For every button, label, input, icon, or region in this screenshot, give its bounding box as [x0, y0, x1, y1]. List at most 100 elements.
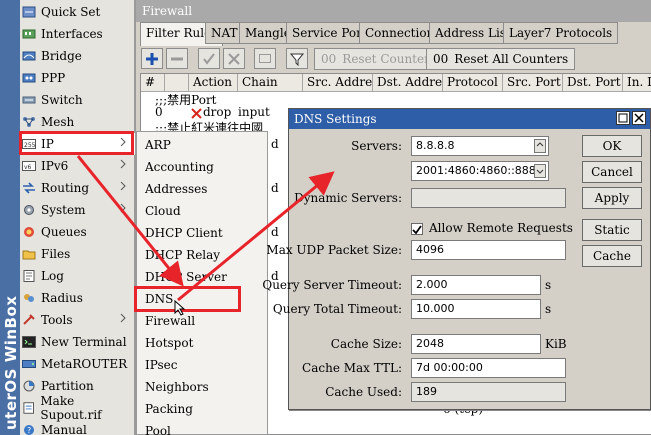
max-udp-field[interactable]: 4096: [411, 240, 566, 260]
menu-label-bridge: Bridge: [41, 49, 82, 63]
cancel-button[interactable]: Cancel: [582, 161, 642, 183]
submenu-item-arp[interactable]: ARP: [145, 134, 171, 156]
query-server-timeout-field[interactable]: 2.000: [411, 275, 541, 295]
submenu-item-hotspot[interactable]: Hotspot: [145, 332, 193, 354]
menu-item-bridge[interactable]: Bridge: [20, 45, 135, 67]
static-button[interactable]: Static: [582, 219, 642, 241]
menu-item-mesh[interactable]: Mesh: [20, 111, 135, 133]
menu-label-make-supout: Make Supout.rif: [40, 394, 102, 422]
enable-button[interactable]: [198, 48, 220, 69]
submenu-item-accounting[interactable]: Accounting: [145, 156, 214, 178]
column-header-protocol[interactable]: Protocol: [443, 74, 503, 92]
column-header-dst-address[interactable]: Dst. Address: [373, 74, 443, 92]
maximize-button[interactable]: [616, 111, 630, 125]
cache-size-unit: KiB: [545, 337, 567, 351]
reset-all-counters-button[interactable]: 00 Reset All Counters: [426, 48, 576, 70]
comment-icon: [259, 53, 271, 63]
menu-item-manual[interactable]: ? Manual: [20, 419, 135, 435]
query-server-timeout-unit: s: [545, 278, 552, 292]
column-header-in-interface[interactable]: In. Int: [623, 74, 651, 92]
rule-number[interactable]: 0: [155, 105, 163, 119]
menu-item-queues[interactable]: Queues: [20, 221, 135, 243]
menu-label-manual: Manual: [41, 423, 87, 435]
close-button[interactable]: [632, 111, 646, 125]
submenu-item-packing[interactable]: Packing: [145, 398, 193, 420]
query-total-timeout-value: 10.000: [416, 302, 455, 315]
menu-item-metarouter[interactable]: MetaROUTER: [20, 353, 135, 375]
menu-item-switch[interactable]: Switch: [20, 89, 135, 111]
submenu-item-neighbors[interactable]: Neighbors: [145, 376, 209, 398]
column-header-blank[interactable]: [165, 74, 189, 92]
minus-icon: [171, 57, 183, 60]
column-header-src-port[interactable]: Src. Port: [503, 74, 563, 92]
add-server-icon[interactable]: [534, 164, 546, 178]
rule-action[interactable]: drop: [203, 105, 231, 119]
submenu-item-dhcp-relay[interactable]: DHCP Relay: [145, 244, 220, 266]
column-header-number[interactable]: #: [141, 74, 165, 92]
add-button[interactable]: [141, 48, 163, 69]
submenu-item-pool[interactable]: Pool: [145, 420, 171, 435]
menu-item-make-supout[interactable]: Make Supout.rif: [20, 394, 135, 422]
rule-chain[interactable]: input: [238, 105, 270, 119]
menu-item-log[interactable]: Log: [20, 265, 135, 287]
filter-button[interactable]: [286, 48, 308, 69]
tab-nat[interactable]: NAT: [205, 22, 244, 44]
cache-max-ttl-field[interactable]: 7d 00:00:00: [411, 358, 566, 378]
menu-item-ppp[interactable]: PPP: [20, 67, 135, 89]
menu-item-interfaces[interactable]: Interfaces: [20, 23, 135, 45]
allow-remote-label[interactable]: Allow Remote Requests: [429, 221, 573, 235]
ok-button[interactable]: OK: [582, 135, 642, 157]
column-header-src-address[interactable]: Src. Address: [303, 74, 373, 92]
mesh-icon: [23, 117, 35, 127]
cell-fragment: d: [271, 181, 279, 195]
radius-icon: [24, 294, 34, 302]
server-2-field[interactable]: 2001:4860:4860::8888: [411, 161, 549, 181]
submenu-item-addresses[interactable]: Addresses: [145, 178, 207, 200]
cache-used-field: 189: [411, 382, 566, 402]
menu-item-tools[interactable]: Tools: [20, 309, 135, 331]
terminal-icon: [22, 336, 36, 348]
ppp-icon: [22, 73, 36, 83]
menu-item-routing[interactable]: Routing: [20, 177, 135, 199]
menu-item-quick-set[interactable]: Quick Set: [20, 1, 135, 23]
submenu-item-dhcp-client[interactable]: DHCP Client: [145, 222, 223, 244]
reset-all-counters-label: Reset All Counters: [454, 52, 569, 66]
column-header-dst-port[interactable]: Dst. Port: [563, 74, 623, 92]
remove-button[interactable]: [166, 48, 188, 69]
column-header-chain[interactable]: Chain: [238, 74, 303, 92]
server-1-value: 8.8.8.8: [416, 139, 455, 152]
cache-size-label: Cache Size:: [330, 337, 402, 351]
comment-button[interactable]: [254, 48, 276, 69]
server-1-field[interactable]: 8.8.8.8: [411, 136, 549, 156]
query-total-timeout-field[interactable]: 10.000: [411, 299, 541, 319]
menu-item-ipv6[interactable]: v6 IPv6: [20, 155, 135, 177]
menu-item-radius[interactable]: Radius: [20, 287, 135, 309]
submenu-item-firewall[interactable]: Firewall: [145, 310, 195, 332]
menu-label-ipv6: IPv6: [41, 159, 69, 173]
cache-button[interactable]: Cache: [582, 245, 642, 267]
chevron-right-icon: [120, 203, 126, 213]
tab-layer7-protocols[interactable]: Layer7 Protocols: [503, 22, 619, 44]
disable-button[interactable]: [223, 48, 245, 69]
system-icon: [24, 205, 34, 215]
reset-counters-button[interactable]: 00 Reset Counters: [314, 48, 443, 70]
maximize-icon: [618, 113, 628, 123]
ipv6-icon: v6: [22, 161, 36, 171]
apply-button[interactable]: Apply: [582, 187, 642, 209]
submenu-item-cloud[interactable]: Cloud: [145, 200, 181, 222]
menu-item-system[interactable]: System: [20, 199, 135, 221]
menu-item-new-terminal[interactable]: New Terminal: [20, 331, 135, 353]
menu-item-files[interactable]: Files: [20, 243, 135, 265]
remove-server-icon[interactable]: [534, 139, 546, 153]
submenu-item-dhcp-server[interactable]: DHCP Server: [145, 266, 227, 288]
menu-label-routing: Routing: [41, 181, 90, 195]
reset-counters-prefix: 00: [321, 52, 337, 66]
menu-label-quick-set: Quick Set: [41, 5, 101, 19]
tools-icon: [23, 314, 35, 325]
cache-size-field[interactable]: 2048: [411, 334, 541, 354]
cache-size-value: 2048: [416, 337, 444, 350]
submenu-item-ipsec[interactable]: IPsec: [145, 354, 177, 376]
routing-icon: [23, 182, 35, 194]
allow-remote-checkbox[interactable]: [411, 223, 423, 235]
column-header-action[interactable]: Action: [189, 74, 238, 92]
